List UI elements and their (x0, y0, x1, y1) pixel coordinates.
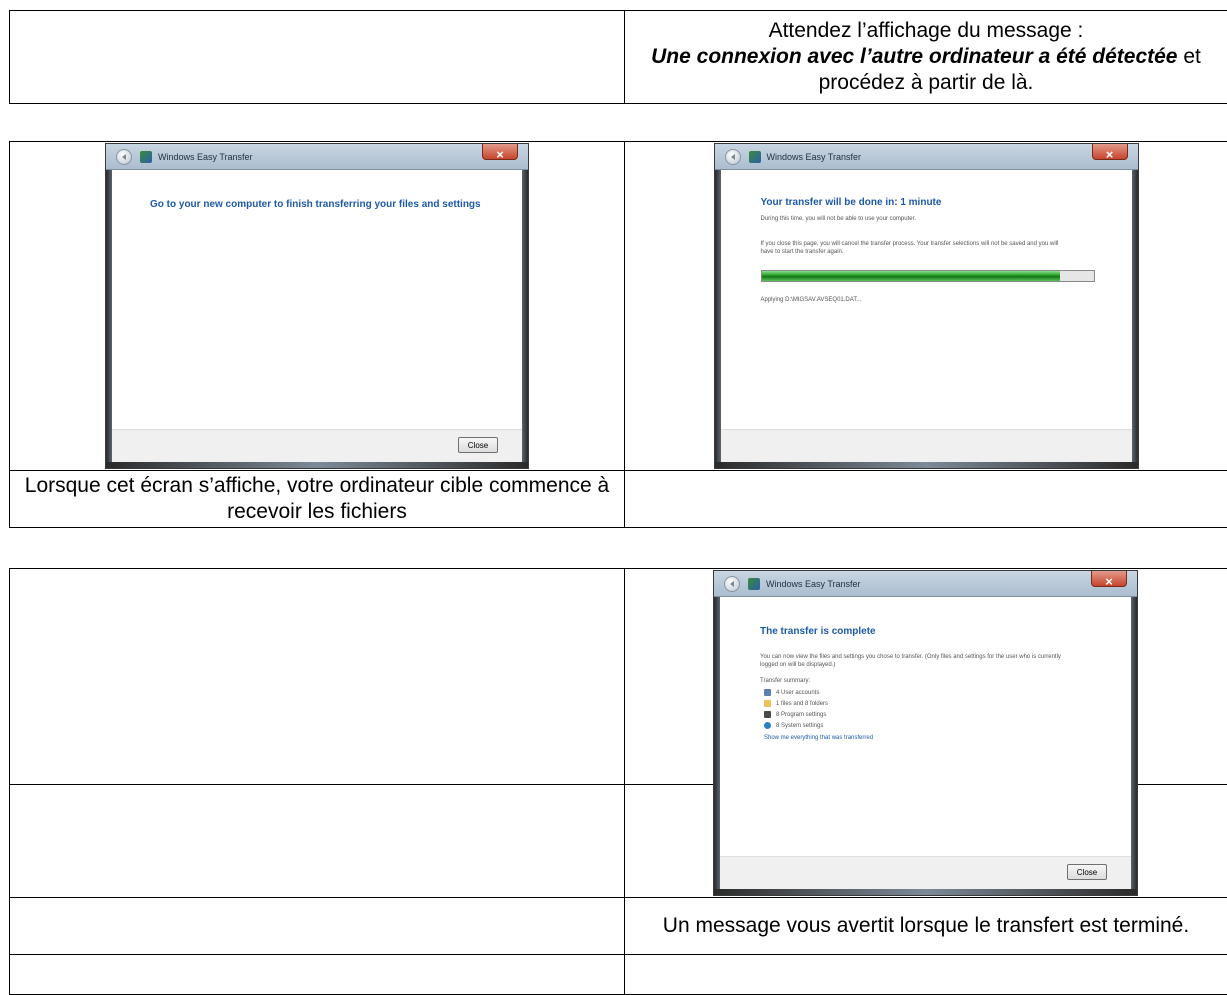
window-title: Windows Easy Transfer (766, 578, 861, 590)
easy-transfer-window-complete: Windows Easy Transfer The transfer is co… (713, 570, 1138, 896)
summary-item: 8 Program settings (764, 711, 826, 719)
screenshot-cell-left: Windows Easy Transfer Go to your new com… (10, 142, 625, 471)
window-title: Windows Easy Transfer (158, 151, 253, 163)
close-button[interactable]: Close (1067, 864, 1107, 880)
folder-icon (764, 700, 771, 707)
easy-transfer-icon (748, 578, 760, 590)
transfer-complete-table: Windows Easy Transfer The transfer is co… (9, 568, 1227, 995)
easy-transfer-icon (140, 151, 152, 163)
empty-cell (10, 569, 625, 785)
info-line: have to start the transfer again. (761, 248, 844, 256)
info-line: You can now view the files and settings … (760, 653, 1061, 661)
empty-cell (10, 11, 625, 104)
instruction-table: Attendez l’affichage du message : Une co… (9, 10, 1227, 104)
empty-cell (625, 471, 1227, 528)
easy-transfer-window-progress: Windows Easy Transfer Your transfer will… (714, 143, 1139, 469)
caption-cell: Un message vous avertit lorsque le trans… (625, 898, 1227, 955)
info-line: During this time, you will not be able t… (761, 215, 916, 223)
system-settings-icon (764, 722, 771, 729)
info-line: If you close this page, you will cancel … (761, 240, 1059, 248)
back-arrow-icon[interactable] (724, 576, 740, 592)
users-icon (764, 689, 771, 696)
window-footer (721, 429, 1132, 462)
program-settings-icon (764, 711, 771, 718)
window-heading: The transfer is complete (760, 619, 876, 645)
window-content: The transfer is complete You can now vie… (720, 597, 1131, 857)
window-footer: Close (112, 429, 522, 462)
close-button[interactable]: Close (458, 437, 498, 453)
window-content: Go to your new computer to finish transf… (112, 170, 522, 430)
empty-cell (10, 898, 625, 955)
back-arrow-icon[interactable] (725, 149, 741, 165)
status-text: Applying D:\MIGSAV.AVSEQ01.DAT... (761, 296, 862, 304)
window-close-icon[interactable] (1092, 144, 1128, 160)
empty-cell (10, 955, 625, 995)
window-close-icon[interactable] (1091, 571, 1127, 587)
screenshot-cell-right: Windows Easy Transfer Your transfer will… (625, 142, 1227, 471)
instruction-cell: Attendez l’affichage du message : Une co… (625, 11, 1227, 104)
progress-fill (762, 271, 1061, 281)
info-line: logged on will be displayed.) (760, 661, 835, 669)
summary-item: 4 User accounts (764, 689, 819, 697)
summary-item: 1 files and 8 folders (764, 700, 828, 708)
show-transferred-link[interactable]: Show me everything that was transferred (764, 734, 873, 742)
window-content: Your transfer will be done in: 1 minute … (721, 170, 1132, 430)
summary-item: 8 System settings (764, 722, 823, 730)
window-heading: Go to your new computer to finish transf… (150, 192, 481, 218)
caption-cell: Lorsque cet écran s’affiche, votre ordin… (10, 471, 625, 528)
empty-cell (10, 785, 625, 898)
window-heading: Your transfer will be done in: 1 minute (761, 190, 942, 216)
easy-transfer-window-go-to-new: Windows Easy Transfer Go to your new com… (105, 143, 529, 469)
screenshot-cell: Windows Easy Transfer The transfer is co… (625, 569, 1227, 785)
summary-label: Transfer summary: (760, 677, 810, 685)
empty-cell (625, 955, 1227, 995)
window-footer: Close (720, 856, 1131, 889)
window-close-icon[interactable] (482, 144, 518, 160)
window-title: Windows Easy Transfer (767, 151, 862, 163)
transfer-start-table: Windows Easy Transfer Go to your new com… (9, 141, 1227, 528)
instruction-emphasis: Une connexion avec l’autre ordinateur a … (651, 45, 1177, 68)
easy-transfer-icon (749, 151, 761, 163)
caption-text: Lorsque cet écran s’affiche, votre ordin… (25, 474, 609, 523)
caption-text: Un message vous avertit lorsque le trans… (663, 914, 1189, 937)
back-arrow-icon[interactable] (116, 149, 132, 165)
instruction-line: Attendez l’affichage du message : (769, 19, 1084, 42)
instruction-text: Attendez l’affichage du message : Une co… (625, 18, 1227, 96)
transfer-progress-bar (761, 270, 1095, 282)
